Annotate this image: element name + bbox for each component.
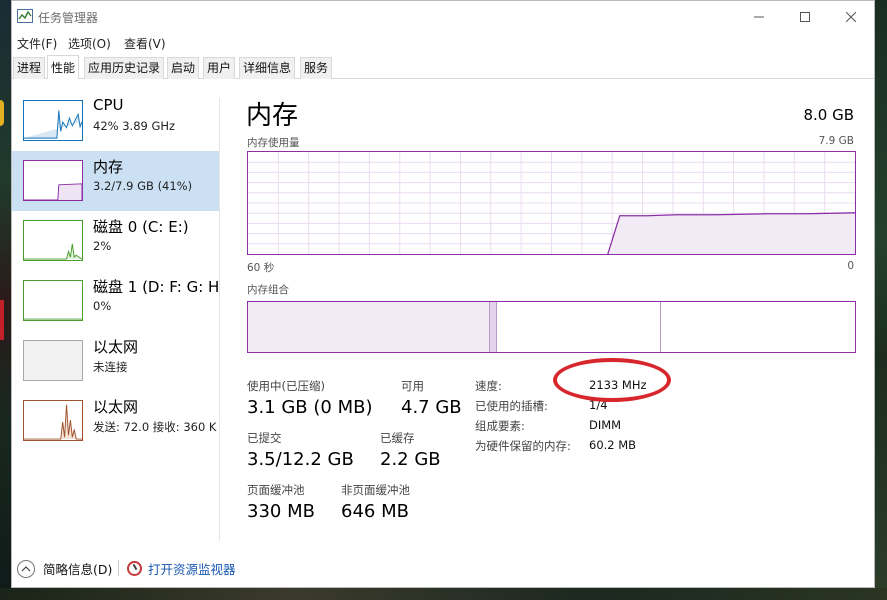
minimize-icon — [754, 16, 764, 17]
maximize-button[interactable] — [782, 1, 828, 32]
fewer-details-button[interactable]: 简略信息(D) — [17, 559, 112, 578]
form-factor-value: DIMM — [589, 418, 622, 432]
paged-pool-value: 330 MB — [247, 501, 315, 522]
desktop-background-right — [875, 0, 887, 600]
resource-item-disk1[interactable]: 磁盘 1 (D: F: G: H 0% — [12, 271, 219, 331]
resource-detail: 发送: 72.0 接收: 360 K — [93, 420, 217, 434]
tab-app-history[interactable]: 应用历史记录 — [84, 57, 165, 79]
resource-item-memory[interactable]: 内存 3.2/7.9 GB (41%) — [12, 151, 219, 211]
window-title: 任务管理器 — [38, 11, 99, 25]
resource-detail: 0% — [93, 299, 112, 313]
slots-label: 已使用的插槽: — [475, 399, 548, 413]
composition-modified — [489, 302, 497, 352]
resource-name: 以太网 — [93, 398, 139, 416]
tab-services[interactable]: 服务 — [300, 57, 333, 79]
menu-bar: 文件(F) 选项(O) 查看(V) — [12, 32, 874, 52]
resource-item-disk0[interactable]: 磁盘 0 (C: E:) 2% — [12, 211, 219, 271]
minimize-button[interactable] — [736, 1, 782, 32]
resource-name: 内存 — [93, 158, 124, 176]
tab-bar: 进程 性能 应用历史记录 启动 用户 详细信息 服务 — [12, 55, 874, 79]
committed-value: 3.5/12.2 GB — [247, 449, 354, 470]
available-value: 4.7 GB — [401, 397, 462, 418]
resource-detail: 2% — [93, 239, 112, 253]
nonpaged-pool-value: 646 MB — [341, 501, 409, 522]
cached-value: 2.2 GB — [380, 449, 441, 470]
ethernet1-thumbnail-graph — [23, 340, 83, 381]
resource-detail: 3.2/7.9 GB (41%) — [93, 179, 193, 193]
cpu-thumbnail-graph — [23, 100, 83, 141]
memory-thumbnail-graph — [23, 160, 83, 201]
resource-name: 以太网 — [93, 338, 139, 356]
page-title: 内存 — [246, 101, 299, 131]
panel-divider[interactable] — [219, 98, 220, 541]
disk0-thumbnail-graph — [23, 220, 83, 261]
committed-label: 已提交 — [247, 431, 282, 445]
memory-capacity: 8.0 GB — [803, 106, 854, 124]
hardware-reserved-label: 为硬件保留的内存: — [475, 439, 571, 453]
hardware-reserved-value: 60.2 MB — [589, 438, 637, 452]
tab-details[interactable]: 详细信息 — [239, 57, 296, 79]
chevron-up-icon — [17, 559, 35, 578]
graph-time-start: 60 秒 — [247, 262, 275, 274]
memory-usage-max: 7.9 GB — [818, 135, 854, 147]
resource-detail: 42% 3.89 GHz — [93, 119, 176, 133]
resource-item-cpu[interactable]: CPU 42% 3.89 GHz — [12, 91, 219, 151]
memory-usage-label: 内存使用量 — [247, 137, 300, 149]
cached-label: 已缓存 — [380, 431, 415, 445]
available-label: 可用 — [401, 379, 424, 393]
composition-in-use — [248, 302, 489, 352]
in-use-value: 3.1 GB (0 MB) — [247, 397, 373, 418]
resource-item-ethernet-1[interactable]: 以太网 未连接 — [12, 331, 219, 391]
resource-detail: 未连接 — [93, 360, 128, 374]
resource-monitor-icon — [127, 561, 142, 576]
footer-separator — [118, 560, 119, 576]
open-resource-monitor-link[interactable]: 打开资源监视器 — [127, 559, 236, 578]
task-manager-window: 任务管理器 文件(F) 选项(O) 查看(V) 进程 性能 应用历史记录 启动 … — [11, 0, 875, 588]
resource-item-ethernet-2[interactable]: 以太网 发送: 72.0 接收: 360 K — [12, 391, 219, 451]
resource-name: CPU — [93, 96, 124, 114]
resource-name: 磁盘 1 (D: F: G: H — [93, 278, 220, 296]
ethernet2-thumbnail-graph — [23, 400, 83, 441]
desktop-background-bottom — [0, 588, 887, 600]
fewer-details-label: 简略信息(D) — [43, 562, 113, 577]
tab-startup[interactable]: 启动 — [167, 57, 200, 79]
maximize-icon — [800, 11, 810, 22]
open-resource-monitor-label: 打开资源监视器 — [148, 562, 236, 577]
tab-performance[interactable]: 性能 — [47, 55, 80, 79]
in-use-label: 使用中(已压缩) — [247, 379, 325, 393]
resource-name: 磁盘 0 (C: E:) — [93, 218, 189, 236]
nonpaged-pool-label: 非页面缓冲池 — [341, 483, 410, 497]
title-bar[interactable]: 任务管理器 — [12, 1, 874, 32]
red-highlight-circle — [553, 358, 671, 402]
desktop-icon-fragment — [0, 300, 4, 340]
menu-file[interactable]: 文件(F) — [17, 35, 57, 52]
memory-composition-bar — [247, 301, 856, 353]
close-icon — [846, 11, 856, 22]
tab-processes[interactable]: 进程 — [13, 57, 46, 79]
desktop-icon-fragment — [0, 100, 4, 126]
paged-pool-label: 页面缓冲池 — [247, 483, 305, 497]
tab-users[interactable]: 用户 — [203, 57, 236, 79]
composition-divider — [660, 302, 661, 352]
speed-label: 速度: — [475, 379, 502, 393]
memory-composition-label: 内存组合 — [247, 284, 289, 296]
close-button[interactable] — [828, 1, 874, 32]
memory-usage-graph — [247, 151, 856, 255]
form-factor-label: 组成要素: — [475, 419, 525, 433]
disk1-thumbnail-graph — [23, 280, 83, 321]
menu-view[interactable]: 查看(V) — [124, 35, 166, 52]
task-manager-icon — [17, 9, 33, 23]
graph-time-end: 0 — [847, 260, 854, 272]
menu-options[interactable]: 选项(O) — [68, 35, 111, 52]
